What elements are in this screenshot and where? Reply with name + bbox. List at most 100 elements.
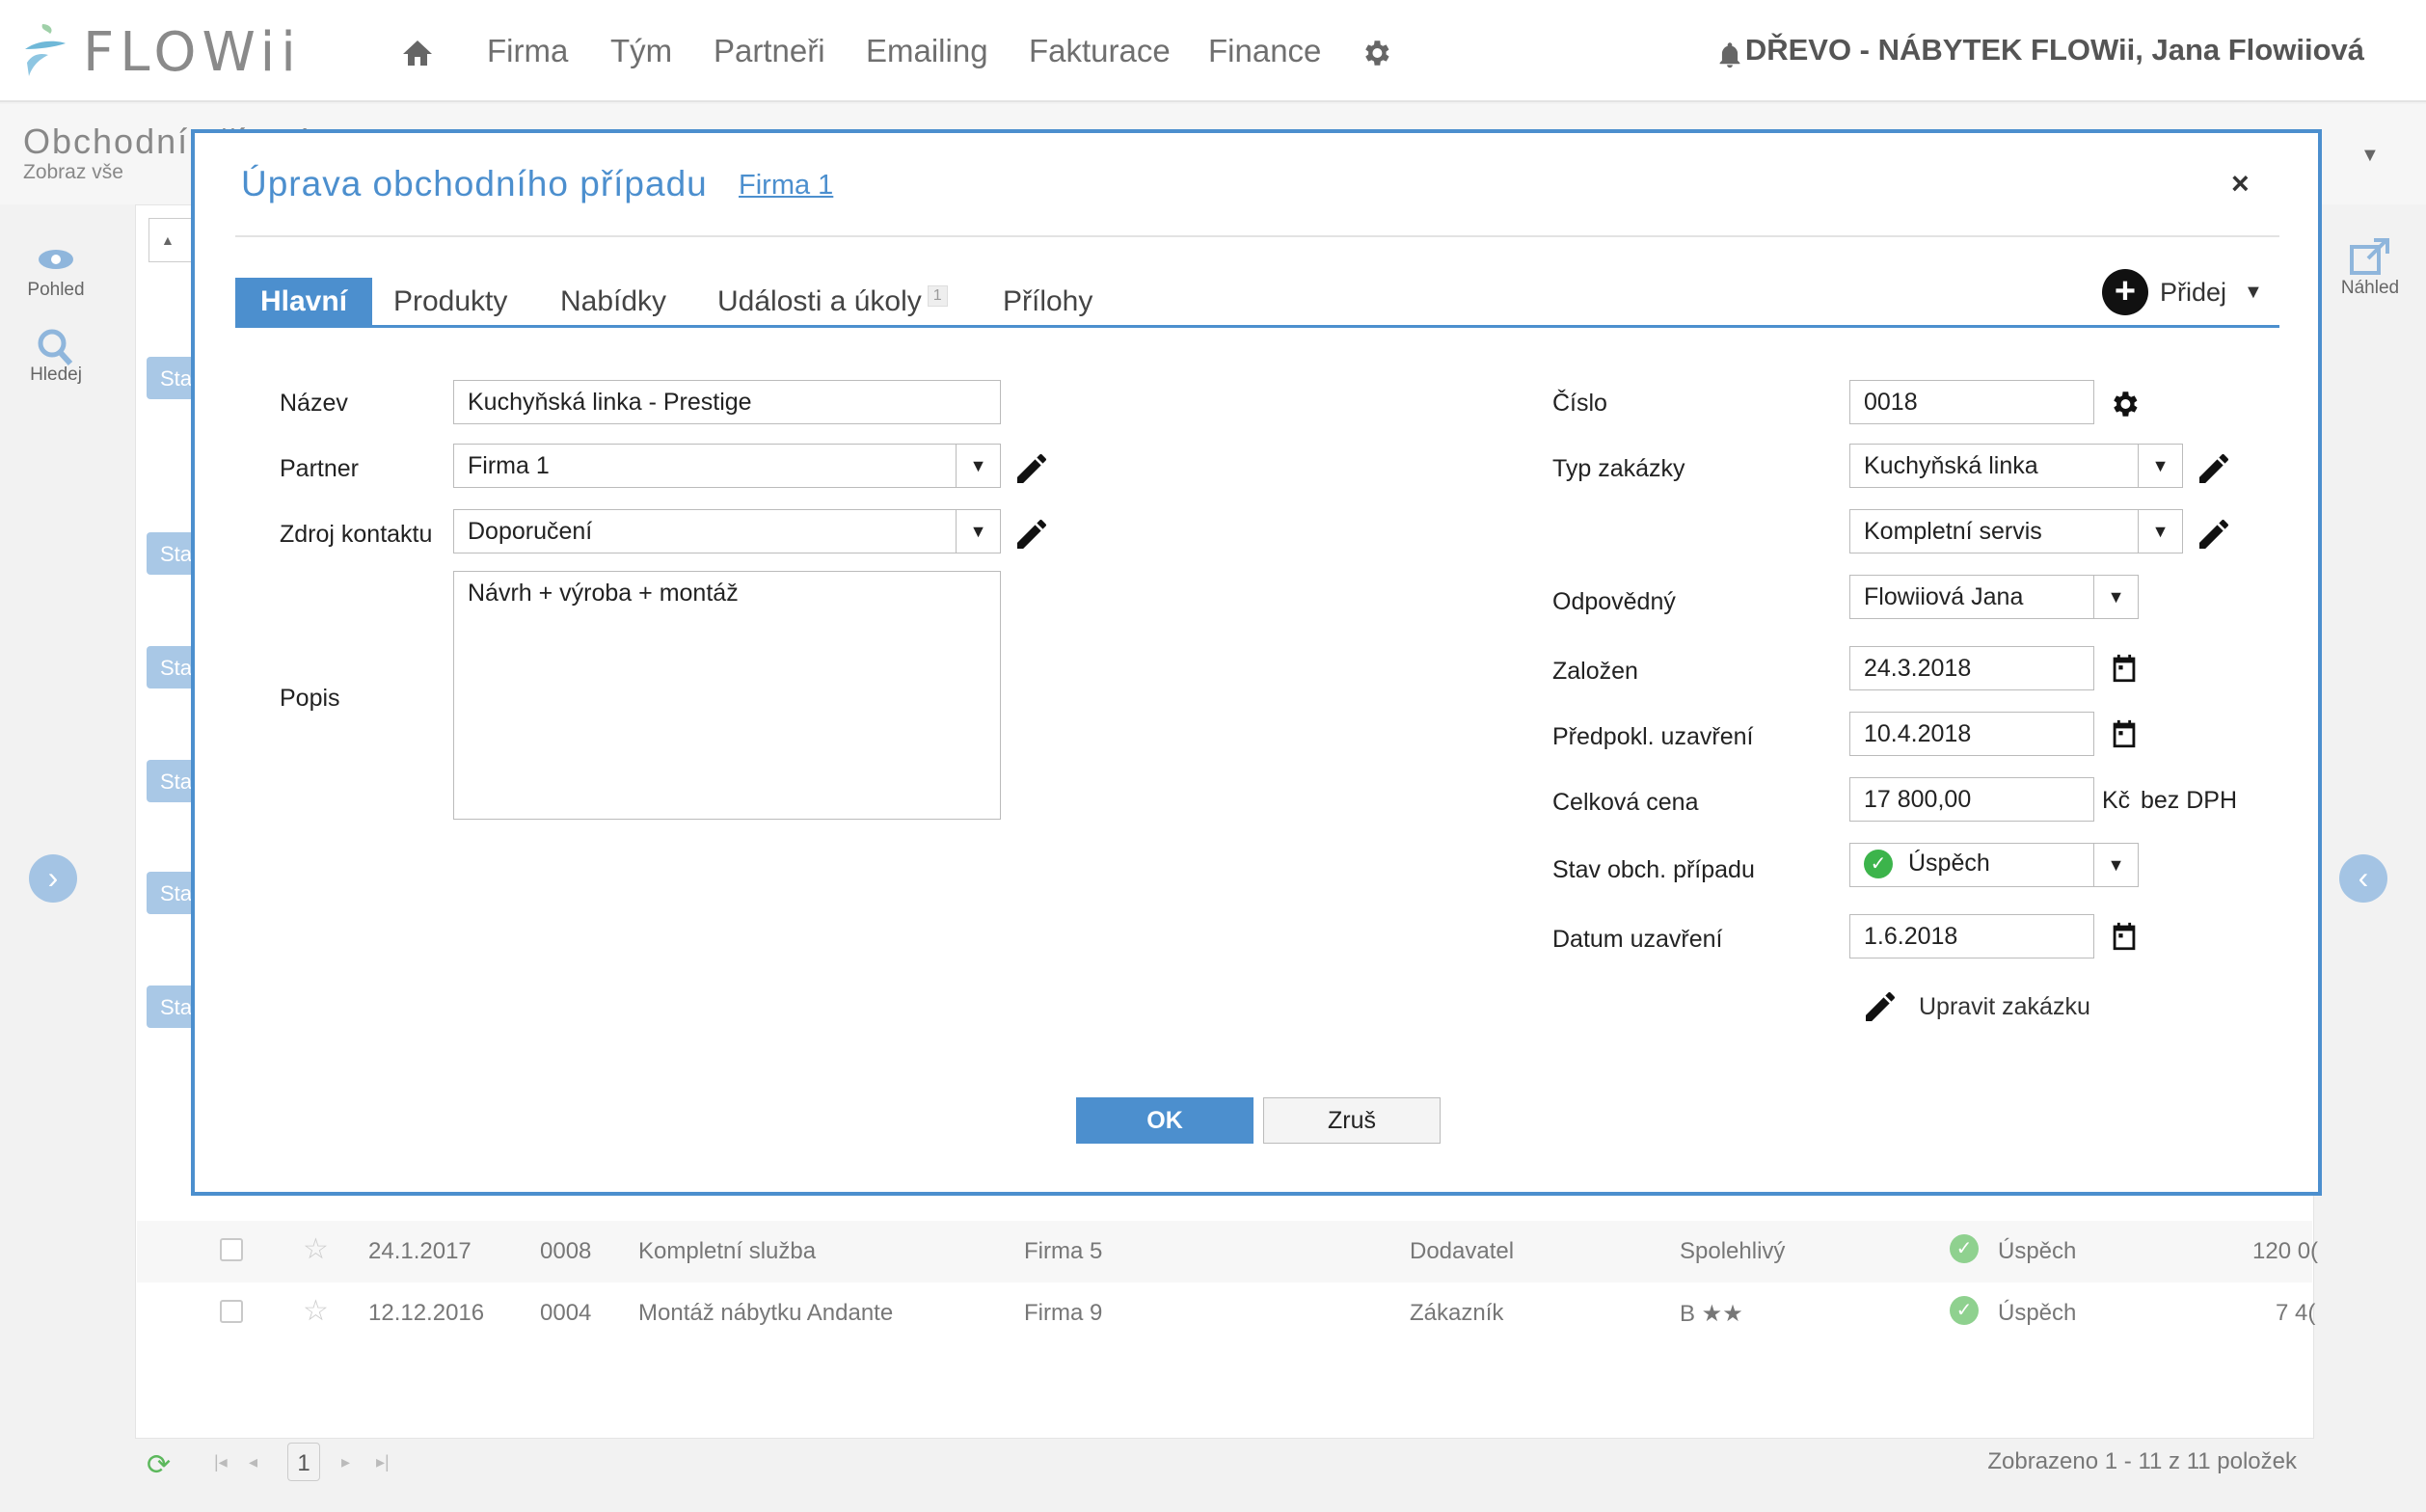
chevron-down-icon: ▼ [2244, 281, 2263, 303]
pager: ⟳ |◂ ◂ 1 ▸ ▸| Zobrazeno 1 - 11 z 11 polo… [137, 1439, 2312, 1493]
cancel-button[interactable]: Zruš [1263, 1097, 1441, 1144]
add-button[interactable]: + Přidej ▼ [2102, 268, 2263, 316]
row-price: 120 0( [2252, 1238, 2319, 1264]
number-settings-gear-icon[interactable] [2108, 388, 2141, 420]
check-circle-icon: ✓ [1950, 1234, 1979, 1263]
rail-search-label[interactable]: Hledej [0, 364, 112, 386]
star-icon[interactable]: ☆ [303, 1232, 329, 1266]
nav-emailing[interactable]: Emailing [866, 33, 988, 69]
tabs-underline [235, 325, 2279, 328]
nav-fakturace[interactable]: Fakturace [1029, 33, 1171, 69]
next-page-icon[interactable]: ▸ [341, 1452, 350, 1472]
notification-bell-icon[interactable] [1716, 40, 1743, 69]
chevron-down-icon[interactable]: ▼ [956, 445, 1000, 487]
tab-hlavni[interactable]: Hlavní [235, 278, 373, 326]
row-status: Úspěch [1998, 1238, 2077, 1264]
row-partner[interactable]: Firma 9 [1024, 1300, 1102, 1327]
chevron-down-icon[interactable]: ▼ [2138, 445, 2182, 487]
nav-finance[interactable]: Finance [1208, 33, 1321, 69]
first-page-icon[interactable]: |◂ [214, 1452, 228, 1472]
header-caret-icon[interactable]: ▼ [2360, 145, 2380, 167]
case-status-label: Stav obch. případu [1552, 856, 1755, 883]
edit-source-pencil-icon[interactable] [1012, 515, 1051, 554]
table-row[interactable]: ☆ 24.1.2017 0008 Kompletní služba Firma … [137, 1221, 2318, 1282]
calendar-icon[interactable] [2108, 717, 2141, 750]
row-checkbox[interactable] [220, 1238, 243, 1261]
tab-udalosti-ukoly[interactable]: Události a úkoly 1 [717, 278, 948, 326]
row-relation: Dodavatel [1410, 1238, 1515, 1264]
partner-select[interactable]: Firma 1 ▼ [453, 444, 1001, 488]
tab-nabidky[interactable]: Nabídky [560, 278, 666, 326]
row-relation: Zákazník [1410, 1300, 1504, 1326]
row-name[interactable]: Kompletní služba [638, 1238, 816, 1265]
nav-tym[interactable]: Tým [610, 33, 672, 69]
chevron-down-icon[interactable]: ▼ [2138, 510, 2182, 553]
nav-partneri[interactable]: Partneři [714, 33, 825, 69]
edit-order-subtype-pencil-icon[interactable] [2195, 515, 2233, 554]
home-icon[interactable] [401, 39, 434, 68]
prev-page-icon[interactable]: ◂ [249, 1452, 257, 1472]
chevron-down-icon[interactable]: ▼ [2093, 844, 2138, 886]
expected-close-date-field[interactable]: 10.4.2018 [1849, 712, 2094, 756]
row-date: 12.12.2016 [368, 1300, 485, 1326]
expected-close-label: Předpokl. uzavření [1552, 723, 1754, 750]
top-navbar: FLOWii Firma Tým Partneři Emailing Faktu… [0, 0, 2426, 102]
tab-prilohy[interactable]: Přílohy [1003, 278, 1092, 326]
case-status-select[interactable]: ✓ Úspěch ▼ [1849, 843, 2139, 887]
close-icon[interactable]: × [2231, 166, 2250, 202]
edit-order-link[interactable]: Upravit zakázku [1861, 987, 2090, 1026]
last-page-icon[interactable]: ▸| [376, 1452, 390, 1472]
collapse-right-icon[interactable]: ‹ [2339, 854, 2387, 903]
row-partner[interactable]: Firma 5 [1024, 1238, 1102, 1265]
row-date: 24.1.2017 [368, 1238, 472, 1264]
row-status: Úspěch [1998, 1300, 2077, 1326]
calendar-icon[interactable] [2108, 920, 2141, 953]
created-label: Založen [1552, 658, 1638, 685]
chevron-down-icon[interactable]: ▼ [956, 510, 1000, 553]
modal-firm-link[interactable]: Firma 1 [739, 170, 833, 202]
total-price-field[interactable]: 17 800,00 [1849, 777, 2094, 822]
source-select[interactable]: Doporučení ▼ [453, 509, 1001, 554]
currency-label: Kč [2102, 787, 2131, 814]
refresh-icon[interactable]: ⟳ [147, 1448, 171, 1482]
settings-gear-icon[interactable] [1360, 37, 1392, 69]
expand-left-icon[interactable]: › [29, 854, 77, 903]
success-check-icon: ✓ [1864, 850, 1893, 879]
rail-preview-label[interactable]: Náhled [2314, 278, 2426, 299]
eye-icon[interactable] [37, 247, 75, 272]
edit-order-type-pencil-icon[interactable] [2195, 449, 2233, 488]
order-type-label: Typ zakázky [1552, 455, 1685, 482]
calendar-icon[interactable] [2108, 652, 2141, 685]
tab-produkty[interactable]: Produkty [393, 278, 507, 326]
closed-date-field[interactable]: 1.6.2018 [1849, 914, 2094, 958]
nav-firma[interactable]: Firma [487, 33, 568, 69]
name-field[interactable]: Kuchyňská linka - Prestige [453, 380, 1001, 424]
row-price: 7 4( [2276, 1300, 2316, 1326]
order-type-select[interactable]: Kuchyňská linka ▼ [1849, 444, 2183, 488]
sort-toggle[interactable]: ▲ [148, 218, 197, 262]
company-user-label[interactable]: DŘEVO - NÁBYTEK FLOWii, Jana Flowiiová [1745, 33, 2364, 68]
table-row[interactable]: ☆ 12.12.2016 0004 Montáž nábytku Andante… [137, 1282, 2316, 1344]
order-subtype-select[interactable]: Kompletní servis ▼ [1849, 509, 2183, 554]
ok-button[interactable]: OK [1076, 1097, 1253, 1144]
total-price-label: Celková cena [1552, 789, 1699, 816]
current-page[interactable]: 1 [287, 1443, 320, 1481]
search-icon[interactable] [37, 328, 73, 366]
row-checkbox[interactable] [220, 1300, 243, 1323]
logo-text: FLOWii [83, 20, 302, 84]
plus-circle-icon: + [2102, 269, 2148, 315]
chevron-down-icon[interactable]: ▼ [2093, 576, 2138, 618]
preview-external-icon[interactable] [2349, 237, 2391, 276]
created-date-field[interactable]: 24.3.2018 [1849, 646, 2094, 690]
rail-view-label[interactable]: Pohled [0, 280, 112, 301]
logo[interactable]: FLOWii [21, 14, 302, 91]
description-label: Popis [280, 685, 340, 712]
edit-partner-pencil-icon[interactable] [1012, 449, 1051, 488]
row-name[interactable]: Montáž nábytku Andante [638, 1300, 893, 1327]
page-subtitle[interactable]: Zobraz vše [23, 161, 123, 184]
owner-select[interactable]: Flowiiová Jana ▼ [1849, 575, 2139, 619]
star-icon[interactable]: ☆ [303, 1294, 329, 1328]
number-field[interactable]: 0018 [1849, 380, 2094, 424]
flowii-logo-icon [25, 24, 66, 76]
description-textarea[interactable]: Návrh + výroba + montáž [453, 571, 1001, 820]
